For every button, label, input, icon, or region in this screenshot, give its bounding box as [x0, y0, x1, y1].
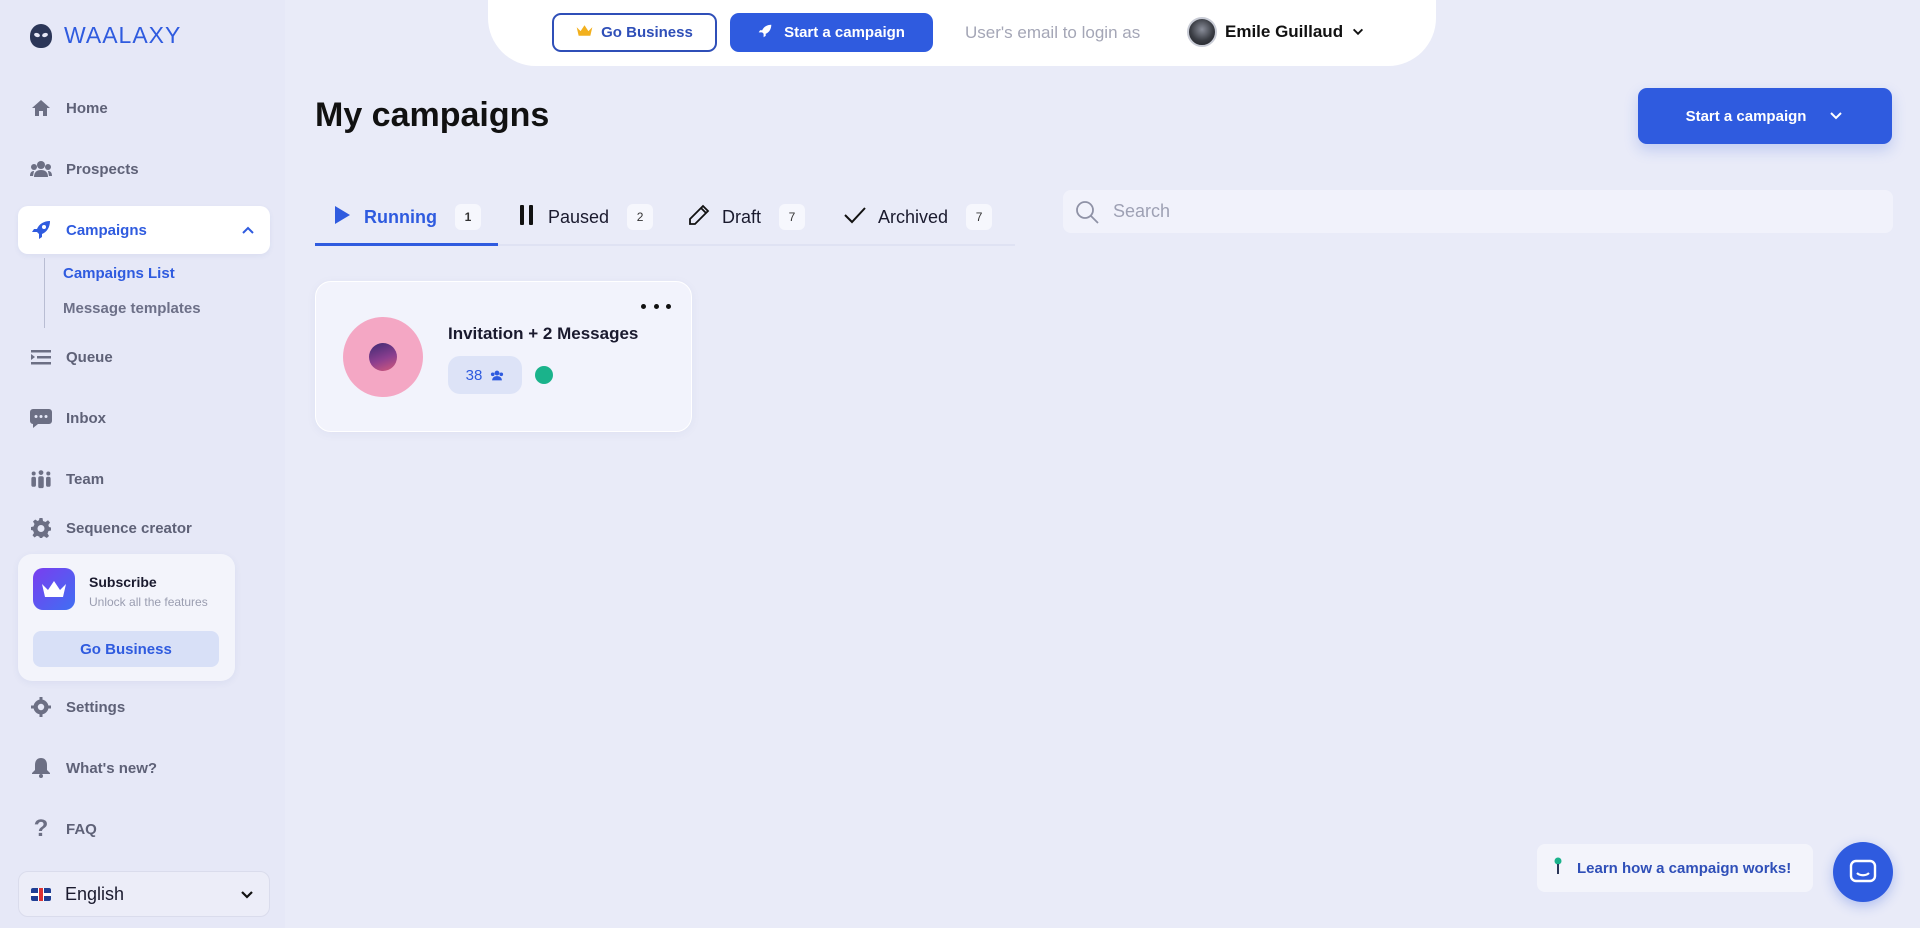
pause-icon	[518, 204, 536, 231]
subscribe-subtitle: Unlock all the features	[89, 595, 208, 609]
sidebar-item-queue[interactable]: Queue	[18, 333, 270, 381]
tab-draft[interactable]: Draft 7	[688, 188, 806, 246]
tab-running[interactable]: Running 1	[315, 188, 498, 246]
check-icon	[844, 206, 866, 229]
brand-logo[interactable]: WAALAXY	[30, 22, 181, 49]
sidebar-item-team[interactable]: Team	[18, 455, 270, 503]
sidebar-item-label: Queue	[66, 348, 113, 366]
chevron-down-icon	[1830, 112, 1843, 120]
campaign-card[interactable]: Invitation + 2 Messages 38	[315, 281, 692, 432]
language-label: English	[65, 883, 125, 904]
gear-icon	[30, 517, 52, 539]
search-bar	[1063, 190, 1893, 233]
gear-icon	[30, 696, 52, 718]
tab-label: Paused	[548, 206, 610, 227]
uk-flag-icon	[31, 887, 51, 901]
sidebar-item-sequence-creator[interactable]: Sequence creator	[18, 504, 270, 552]
sidebar-item-campaigns[interactable]: Campaigns	[18, 206, 270, 254]
sidebar-item-whats-new[interactable]: What's new?	[18, 744, 270, 792]
learn-campaign-link[interactable]: Learn how a campaign works!	[1537, 844, 1813, 892]
prospect-count: 38	[465, 366, 483, 384]
crown-icon	[576, 24, 593, 41]
user-menu[interactable]: Emile Guillaud	[1187, 17, 1365, 47]
tab-label: Draft	[722, 206, 762, 227]
sidebar-item-label: Campaigns	[66, 221, 147, 239]
pin-icon	[1553, 857, 1563, 879]
chat-launcher-button[interactable]	[1833, 842, 1893, 902]
sidebar-item-inbox[interactable]: Inbox	[18, 394, 270, 442]
tab-count-badge: 7	[779, 204, 806, 230]
team-icon	[30, 468, 52, 490]
queue-icon	[30, 346, 52, 368]
login-as-input[interactable]: User's email to login as	[965, 23, 1140, 43]
avatar	[1187, 17, 1217, 47]
start-campaign-label: Start a campaign	[784, 24, 905, 41]
tab-archived[interactable]: Archived 7	[844, 188, 993, 246]
campaign-name: Invitation + 2 Messages	[448, 324, 639, 343]
tab-count-badge: 2	[627, 204, 654, 230]
users-icon	[30, 158, 52, 180]
search-icon	[1076, 200, 1099, 224]
sidebar-item-label: FAQ	[66, 820, 97, 838]
sidebar-item-label: Prospects	[66, 160, 139, 178]
sidebar-item-faq[interactable]: ? FAQ	[18, 805, 270, 853]
bell-icon	[30, 757, 52, 779]
subnav-item-message-templates[interactable]: Message templates	[63, 293, 201, 328]
sidebar-item-settings[interactable]: Settings	[18, 683, 270, 731]
users-icon	[491, 370, 504, 380]
learn-label: Learn how a campaign works!	[1577, 859, 1792, 877]
campaign-avatar	[343, 317, 423, 397]
tab-count-badge: 1	[454, 204, 481, 230]
subscribe-title: Subscribe	[89, 574, 157, 590]
go-business-label: Go Business	[601, 24, 693, 41]
start-campaign-button[interactable]: Start a campaign	[1638, 88, 1892, 144]
prospect-count-badge[interactable]: 38	[448, 356, 522, 394]
sidebar-item-prospects[interactable]: Prospects	[18, 145, 270, 193]
search-input[interactable]	[1113, 201, 1873, 222]
chat-icon	[30, 407, 52, 429]
start-campaign-top-button[interactable]: Start a campaign	[730, 13, 933, 52]
sidebar-item-label: Home	[66, 99, 108, 117]
sidebar-item-label: Sequence creator	[66, 519, 192, 537]
user-name: Emile Guillaud	[1225, 22, 1344, 41]
tab-label: Running	[364, 206, 437, 227]
chevron-down-icon	[1353, 28, 1364, 36]
sidebar-item-label: What's new?	[66, 759, 158, 777]
sidebar-item-label: Inbox	[66, 409, 106, 427]
brand-name: WAALAXY	[64, 22, 182, 48]
active-tab-indicator	[315, 243, 498, 246]
status-running-dot	[535, 366, 553, 384]
go-business-top-button[interactable]: Go Business	[552, 13, 717, 52]
tab-count-badge: 7	[966, 204, 993, 230]
subnav-item-campaigns-list[interactable]: Campaigns List	[63, 258, 201, 293]
pencil-icon	[688, 204, 710, 231]
sidebar-item-label: Settings	[66, 698, 126, 716]
crown-icon	[33, 568, 75, 610]
chat-icon	[1849, 859, 1877, 883]
tab-label: Archived	[878, 206, 949, 227]
chevron-up-icon[interactable]	[240, 222, 256, 238]
language-select[interactable]: English	[18, 871, 270, 917]
play-icon	[332, 205, 352, 230]
home-icon	[30, 97, 52, 119]
go-business-button[interactable]: Go Business	[33, 631, 219, 667]
campaign-tabs: Running 1 Paused 2 Draft 7 Archived 7	[315, 188, 1015, 246]
start-campaign-label: Start a campaign	[1685, 107, 1807, 125]
sidebar: WAALAXY Home Prospects Campaigns Campaig…	[0, 0, 285, 928]
more-options-icon[interactable]	[641, 296, 671, 316]
alien-logo-icon	[30, 23, 52, 48]
tab-paused[interactable]: Paused 2	[518, 188, 654, 246]
question-icon: ?	[33, 815, 49, 842]
rocket-icon	[758, 24, 772, 42]
page-title: My campaigns	[315, 96, 550, 134]
sidebar-item-home[interactable]: Home	[18, 84, 270, 132]
campaigns-subnav: Campaigns List Message templates	[44, 258, 201, 328]
subscribe-card: Subscribe Unlock all the features Go Bus…	[18, 554, 235, 681]
sidebar-item-label: Team	[66, 470, 105, 488]
rocket-icon	[30, 219, 52, 241]
chevron-down-icon	[241, 891, 253, 899]
